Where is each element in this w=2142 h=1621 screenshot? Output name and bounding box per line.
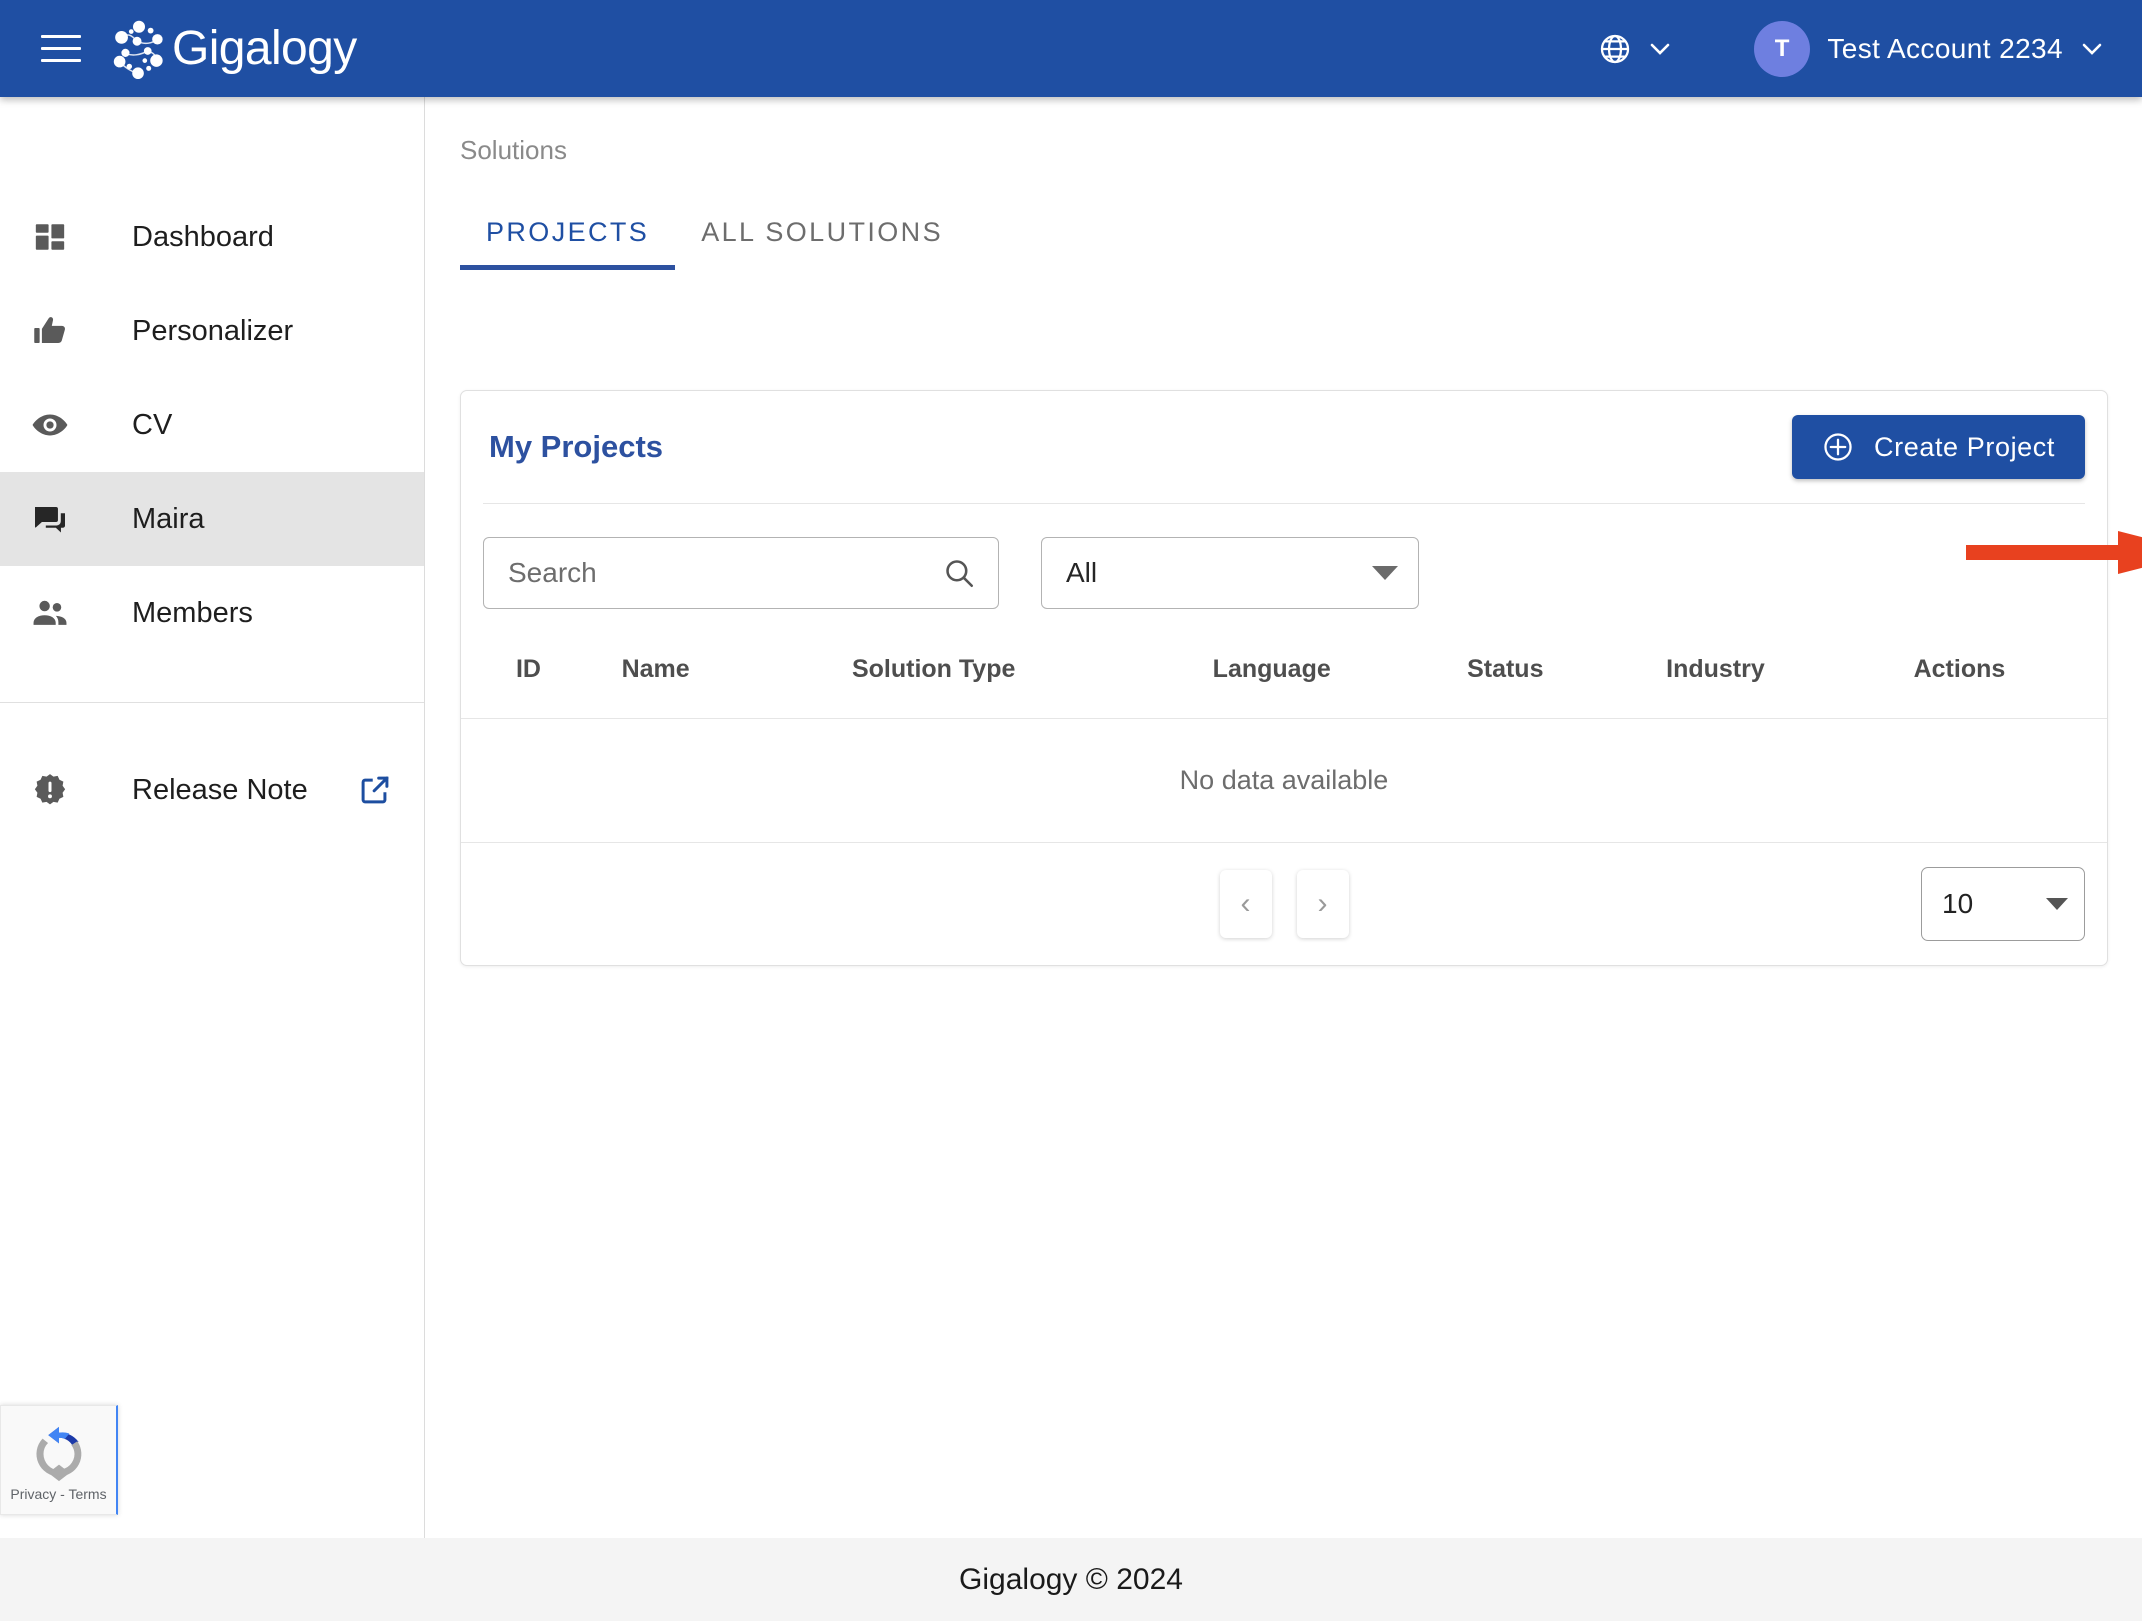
- card-header: My Projects Create Project: [461, 391, 2107, 503]
- sidebar-divider: [0, 702, 424, 703]
- hamburger-bar: [41, 47, 81, 50]
- tab-projects[interactable]: PROJECTS: [460, 217, 675, 270]
- column-header-status[interactable]: Status: [1414, 639, 1598, 719]
- tab-all-solutions[interactable]: ALL SOLUTIONS: [675, 217, 969, 270]
- recaptcha-badge[interactable]: Privacy - Terms: [0, 1405, 118, 1515]
- column-header-actions[interactable]: Actions: [1834, 639, 2107, 719]
- gigalogy-logo-icon: [108, 18, 170, 80]
- eye-icon: [22, 406, 78, 444]
- column-header-industry[interactable]: Industry: [1597, 639, 1834, 719]
- column-header-solution-type[interactable]: Solution Type: [737, 639, 1130, 719]
- hamburger-bar: [41, 35, 81, 38]
- footer: Gigalogy © 2024: [0, 1538, 2142, 1621]
- table-empty-row: No data available: [461, 719, 2107, 843]
- create-project-label: Create Project: [1874, 432, 2055, 463]
- sidebar-item-release-note[interactable]: Release Note: [0, 743, 424, 837]
- hamburger-menu-icon[interactable]: [38, 26, 84, 72]
- sidebar-item-dashboard[interactable]: Dashboard: [0, 190, 424, 284]
- dashboard-icon: [22, 220, 78, 254]
- sidebar-item-label: Members: [132, 597, 253, 630]
- pagination-next-button[interactable]: ›: [1297, 870, 1349, 938]
- globe-icon: [1598, 32, 1632, 66]
- table-header-row: ID Name Solution Type Language Status In…: [461, 639, 2107, 719]
- sidebar: Dashboard Personalizer CV: [0, 97, 425, 1538]
- account-menu[interactable]: T Test Account 2234: [1754, 21, 2104, 77]
- sidebar-item-maira[interactable]: Maira: [0, 472, 424, 566]
- chat-bubbles-icon: [22, 501, 78, 537]
- plus-circle-icon: [1822, 431, 1854, 463]
- pagination-bar: ‹ › 10: [461, 843, 2107, 965]
- column-header-language[interactable]: Language: [1130, 639, 1414, 719]
- open-in-new-icon[interactable]: [358, 773, 392, 807]
- people-icon: [22, 594, 78, 632]
- brand-logo[interactable]: Gigalogy: [108, 18, 357, 80]
- account-name: Test Account 2234: [1827, 33, 2063, 65]
- main-content: Solutions PROJECTS ALL SOLUTIONS My Proj…: [426, 97, 2142, 1538]
- header-right-controls: T Test Account 2234: [1588, 21, 2104, 77]
- solution-type-filter-select[interactable]: All: [1041, 537, 1419, 609]
- sidebar-item-personalizer[interactable]: Personalizer: [0, 284, 424, 378]
- alert-badge-icon: [22, 772, 78, 808]
- breadcrumb: Solutions: [460, 135, 2142, 166]
- sidebar-item-cv[interactable]: CV: [0, 378, 424, 472]
- sidebar-item-members[interactable]: Members: [0, 566, 424, 660]
- hamburger-bar: [41, 59, 81, 62]
- sidebar-item-label: Maira: [132, 503, 205, 536]
- tab-bar: PROJECTS ALL SOLUTIONS: [460, 196, 2142, 270]
- pagination-controls: ‹ ›: [461, 870, 2107, 938]
- column-header-id[interactable]: ID: [461, 639, 574, 719]
- rows-per-page-select[interactable]: 10: [1921, 867, 2085, 941]
- chevron-down-icon: [2080, 42, 2104, 56]
- my-projects-card: My Projects Create Project: [460, 390, 2108, 966]
- search-box[interactable]: [483, 537, 999, 609]
- sidebar-item-label: Dashboard: [132, 221, 274, 254]
- top-header-bar: Gigalogy T Test Account 2234: [0, 0, 2142, 97]
- sidebar-item-label: CV: [132, 409, 172, 442]
- sidebar-item-label: Release Note: [132, 774, 308, 807]
- chevron-down-icon: [2046, 898, 2068, 910]
- brand-name: Gigalogy: [172, 21, 357, 76]
- footer-copyright: Gigalogy © 2024: [959, 1563, 1183, 1597]
- projects-table: ID Name Solution Type Language Status In…: [461, 639, 2107, 843]
- empty-state-message: No data available: [461, 719, 2107, 843]
- thumbs-up-icon: [22, 313, 78, 349]
- app-root: Gigalogy T Test Account 2234: [0, 0, 2142, 1621]
- recaptcha-icon: [28, 1423, 90, 1485]
- create-project-button[interactable]: Create Project: [1792, 415, 2085, 479]
- chevron-down-icon: [1372, 566, 1398, 580]
- column-header-name[interactable]: Name: [574, 639, 738, 719]
- search-icon[interactable]: [942, 556, 976, 590]
- avatar: T: [1754, 21, 1810, 77]
- table-body: No data available: [461, 719, 2107, 843]
- sidebar-item-label: Personalizer: [132, 315, 293, 348]
- language-switcher[interactable]: [1588, 26, 1682, 72]
- recaptcha-label: Privacy - Terms: [10, 1486, 106, 1502]
- table-header: ID Name Solution Type Language Status In…: [461, 639, 2107, 719]
- solution-type-filter-value: All: [1066, 557, 1097, 589]
- search-input[interactable]: [508, 557, 942, 589]
- filters-row: All: [461, 504, 2107, 639]
- chevron-down-icon: [1648, 42, 1672, 56]
- pagination-prev-button[interactable]: ‹: [1220, 870, 1272, 938]
- page-title: My Projects: [489, 429, 663, 465]
- rows-per-page-value: 10: [1942, 888, 1973, 920]
